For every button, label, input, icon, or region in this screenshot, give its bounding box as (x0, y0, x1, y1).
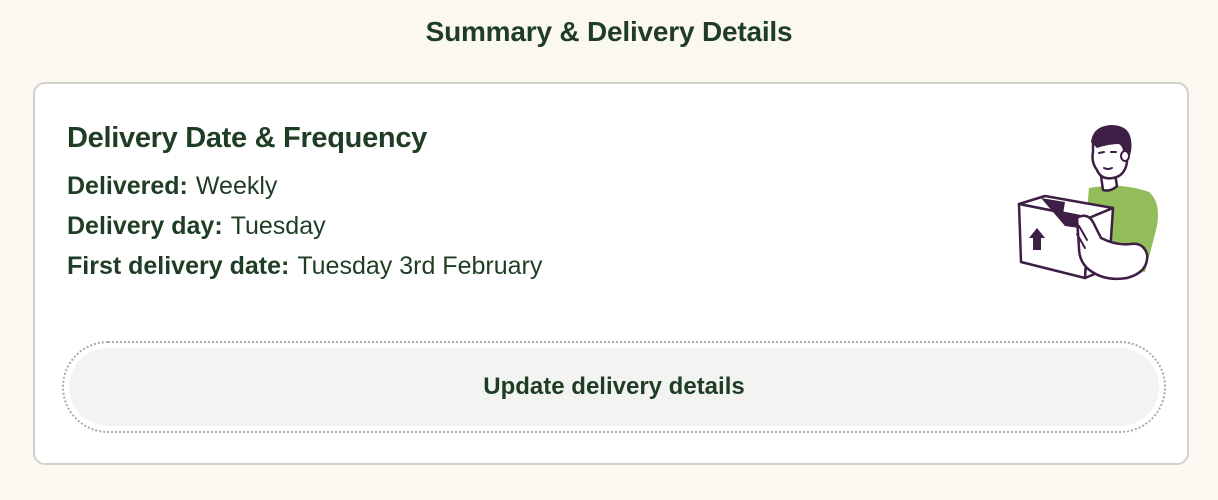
delivery-day-value: Tuesday (230, 212, 326, 240)
update-button-focus-ring: Update delivery details (62, 341, 1166, 433)
delivery-person-holding-box-icon (1017, 125, 1158, 281)
delivery-heading: Delivery Date & Frequency (67, 122, 427, 154)
page-title: Summary & Delivery Details (425, 16, 793, 47)
first-delivery-date-label: First delivery date: (67, 252, 290, 280)
delivery-day-row: Delivery day: Tuesday (67, 212, 326, 241)
delivered-row: Delivered: Weekly (67, 172, 277, 201)
delivery-details-card: Delivery Date & Frequency Delivered: Week… (33, 82, 1189, 465)
first-delivery-date-row: First delivery date: Tuesday 3rd February (67, 252, 542, 281)
first-delivery-date-value: Tuesday 3rd February (297, 252, 543, 280)
delivery-day-label: Delivery day: (67, 212, 223, 240)
delivered-label: Delivered: (67, 172, 188, 200)
delivered-value: Weekly (195, 172, 278, 200)
update-delivery-details-button[interactable]: Update delivery details (69, 348, 1159, 426)
